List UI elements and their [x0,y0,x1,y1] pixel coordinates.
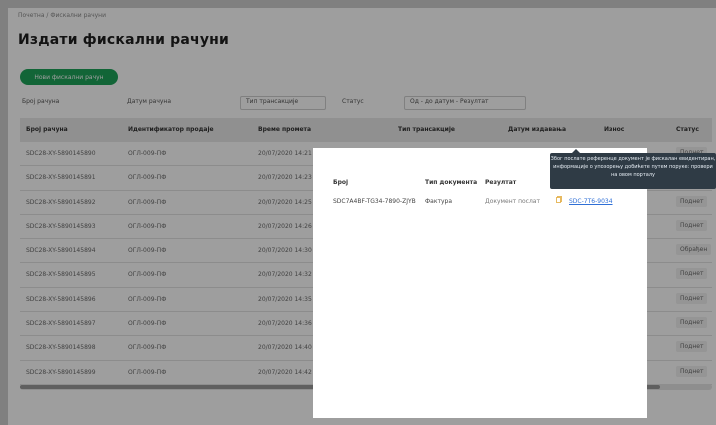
modal-column-header: Број [333,179,349,186]
modal-result-link[interactable]: SDC-7T6-9034 [569,198,613,205]
modal-document-type: Фактура [425,198,452,205]
tooltip-text: Због послате референце документ је фиска… [550,156,716,178]
modal-column-header: Резултат [485,179,517,186]
modal-column-header: Тип документа [425,179,478,186]
modal-result-text: Документ послат [485,198,540,205]
modal-document-number: SDC7A4BF-TG34-7890-ZJYB [333,198,416,205]
info-tooltip: Због послате референце документ је фиска… [550,149,716,189]
copy-icon[interactable] [556,196,562,203]
tooltip-arrow [572,149,580,153]
